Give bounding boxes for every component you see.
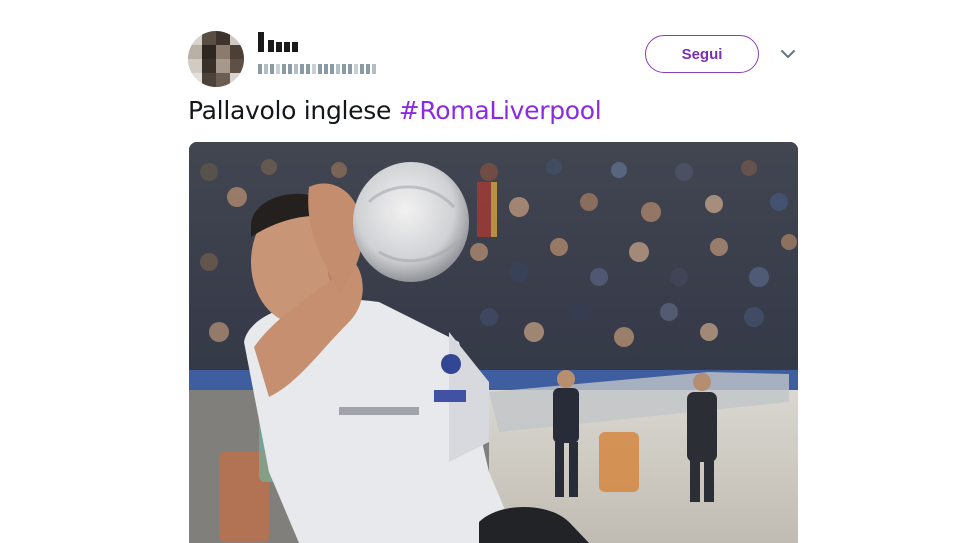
- hashtag-link[interactable]: #RomaLiverpool: [399, 96, 602, 125]
- author-name-blurred[interactable]: [258, 32, 376, 74]
- tweet-photo[interactable]: [189, 142, 798, 543]
- display-name-pixels: [258, 32, 376, 52]
- follow-button[interactable]: Segui: [645, 35, 759, 73]
- avatar[interactable]: [188, 31, 244, 87]
- photo-illustration: [189, 142, 798, 543]
- handle-pixels: [258, 64, 376, 74]
- tweet-body: Pallavolo inglese: [188, 96, 399, 125]
- chevron-down-icon[interactable]: [779, 45, 797, 63]
- tweet-card: Segui Pallavolo inglese #RomaLiverpool: [0, 0, 978, 543]
- tweet-text: Pallavolo inglese #RomaLiverpool: [188, 96, 602, 125]
